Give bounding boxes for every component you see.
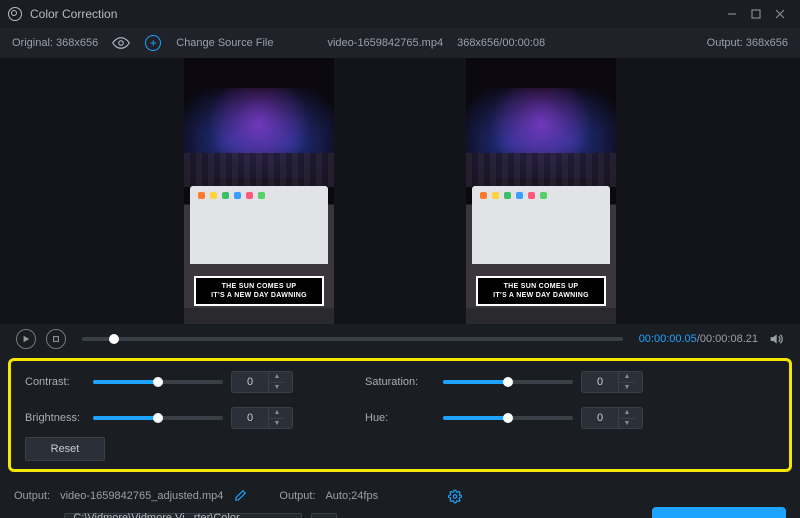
- hue-slider[interactable]: [443, 416, 573, 420]
- source-dims-time: 368x656/00:00:08: [457, 37, 545, 49]
- contrast-label: Contrast:: [25, 376, 85, 388]
- output-file-name: video-1659842765_adjusted.mp4: [60, 490, 223, 502]
- contrast-slider[interactable]: [93, 380, 223, 384]
- settings-icon[interactable]: [448, 489, 462, 503]
- spin-up-icon: ▲: [619, 408, 635, 419]
- saturation-label: Saturation:: [365, 376, 435, 388]
- close-button[interactable]: [768, 4, 792, 24]
- maximize-button[interactable]: [744, 4, 768, 24]
- seek-slider[interactable]: [82, 337, 623, 341]
- transport-bar: 00:00:00.05/00:00:08.21: [0, 324, 800, 354]
- spin-down-icon: ▼: [619, 419, 635, 429]
- video-frame-original: THE SUN COMES UPIT'S A NEW DAY DAWNING: [184, 58, 334, 324]
- output-dims-label: Output: 368x656: [707, 37, 788, 49]
- export-button[interactable]: Export: [652, 507, 786, 518]
- spin-down-icon: ▼: [269, 419, 285, 429]
- brightness-slider[interactable]: [93, 416, 223, 420]
- saturation-value-stepper[interactable]: 0▲▼: [581, 371, 643, 393]
- saveto-dropdown[interactable]: ▼: [311, 513, 337, 518]
- saturation-slider[interactable]: [443, 380, 573, 384]
- source-filename: video-1659842765.mp4: [327, 37, 443, 49]
- output-format-label: Output:: [279, 490, 315, 502]
- play-button[interactable]: [16, 329, 36, 349]
- window-title: Color Correction: [30, 7, 117, 21]
- video-frame-output: THE SUN COMES UPIT'S A NEW DAY DAWNING: [466, 58, 616, 324]
- preview-toggle-icon[interactable]: [112, 34, 130, 52]
- edit-filename-icon[interactable]: [233, 489, 247, 503]
- contrast-value-stepper[interactable]: 0▲▼: [231, 371, 293, 393]
- original-label: Original: 368x656: [12, 37, 98, 49]
- stop-button[interactable]: [46, 329, 66, 349]
- brightness-value-stepper[interactable]: 0▲▼: [231, 407, 293, 429]
- saveto-path-field[interactable]: C:\Vidmore\Vidmore Vi...rter\Color Corre…: [64, 513, 302, 518]
- footer: Output: video-1659842765_adjusted.mp4 Ou…: [0, 478, 800, 518]
- title-bar: Color Correction: [0, 0, 800, 28]
- hue-label: Hue:: [365, 412, 435, 424]
- info-bar: Original: 368x656 + Change Source File v…: [0, 28, 800, 58]
- hue-value-stepper[interactable]: 0▲▼: [581, 407, 643, 429]
- output-format-value: Auto;24fps: [325, 490, 378, 502]
- spin-up-icon: ▲: [269, 372, 285, 383]
- preview-original: THE SUN COMES UPIT'S A NEW DAY DAWNING: [118, 58, 400, 324]
- seek-thumb[interactable]: [109, 334, 119, 344]
- caption-overlay: THE SUN COMES UPIT'S A NEW DAY DAWNING: [476, 276, 606, 306]
- caption-overlay: THE SUN COMES UPIT'S A NEW DAY DAWNING: [194, 276, 324, 306]
- time-display: 00:00:00.05/00:00:08.21: [639, 333, 758, 345]
- spin-up-icon: ▲: [619, 372, 635, 383]
- spin-down-icon: ▼: [619, 383, 635, 393]
- preview-area: THE SUN COMES UPIT'S A NEW DAY DAWNING T…: [0, 58, 800, 324]
- output-file-label: Output:: [14, 490, 50, 502]
- app-icon: [8, 7, 22, 21]
- spin-down-icon: ▼: [269, 383, 285, 393]
- change-source-button[interactable]: Change Source File: [176, 37, 273, 49]
- volume-icon[interactable]: [768, 331, 784, 347]
- reset-button[interactable]: Reset: [25, 437, 105, 461]
- preview-output: THE SUN COMES UPIT'S A NEW DAY DAWNING: [400, 58, 682, 324]
- add-icon[interactable]: +: [144, 34, 162, 52]
- color-adjust-panel: Contrast: 0▲▼ Saturation: 0▲▼ Brightness…: [8, 358, 792, 472]
- minimize-button[interactable]: [720, 4, 744, 24]
- spin-up-icon: ▲: [269, 408, 285, 419]
- brightness-label: Brightness:: [25, 412, 85, 424]
- open-folder-button[interactable]: [351, 513, 377, 518]
